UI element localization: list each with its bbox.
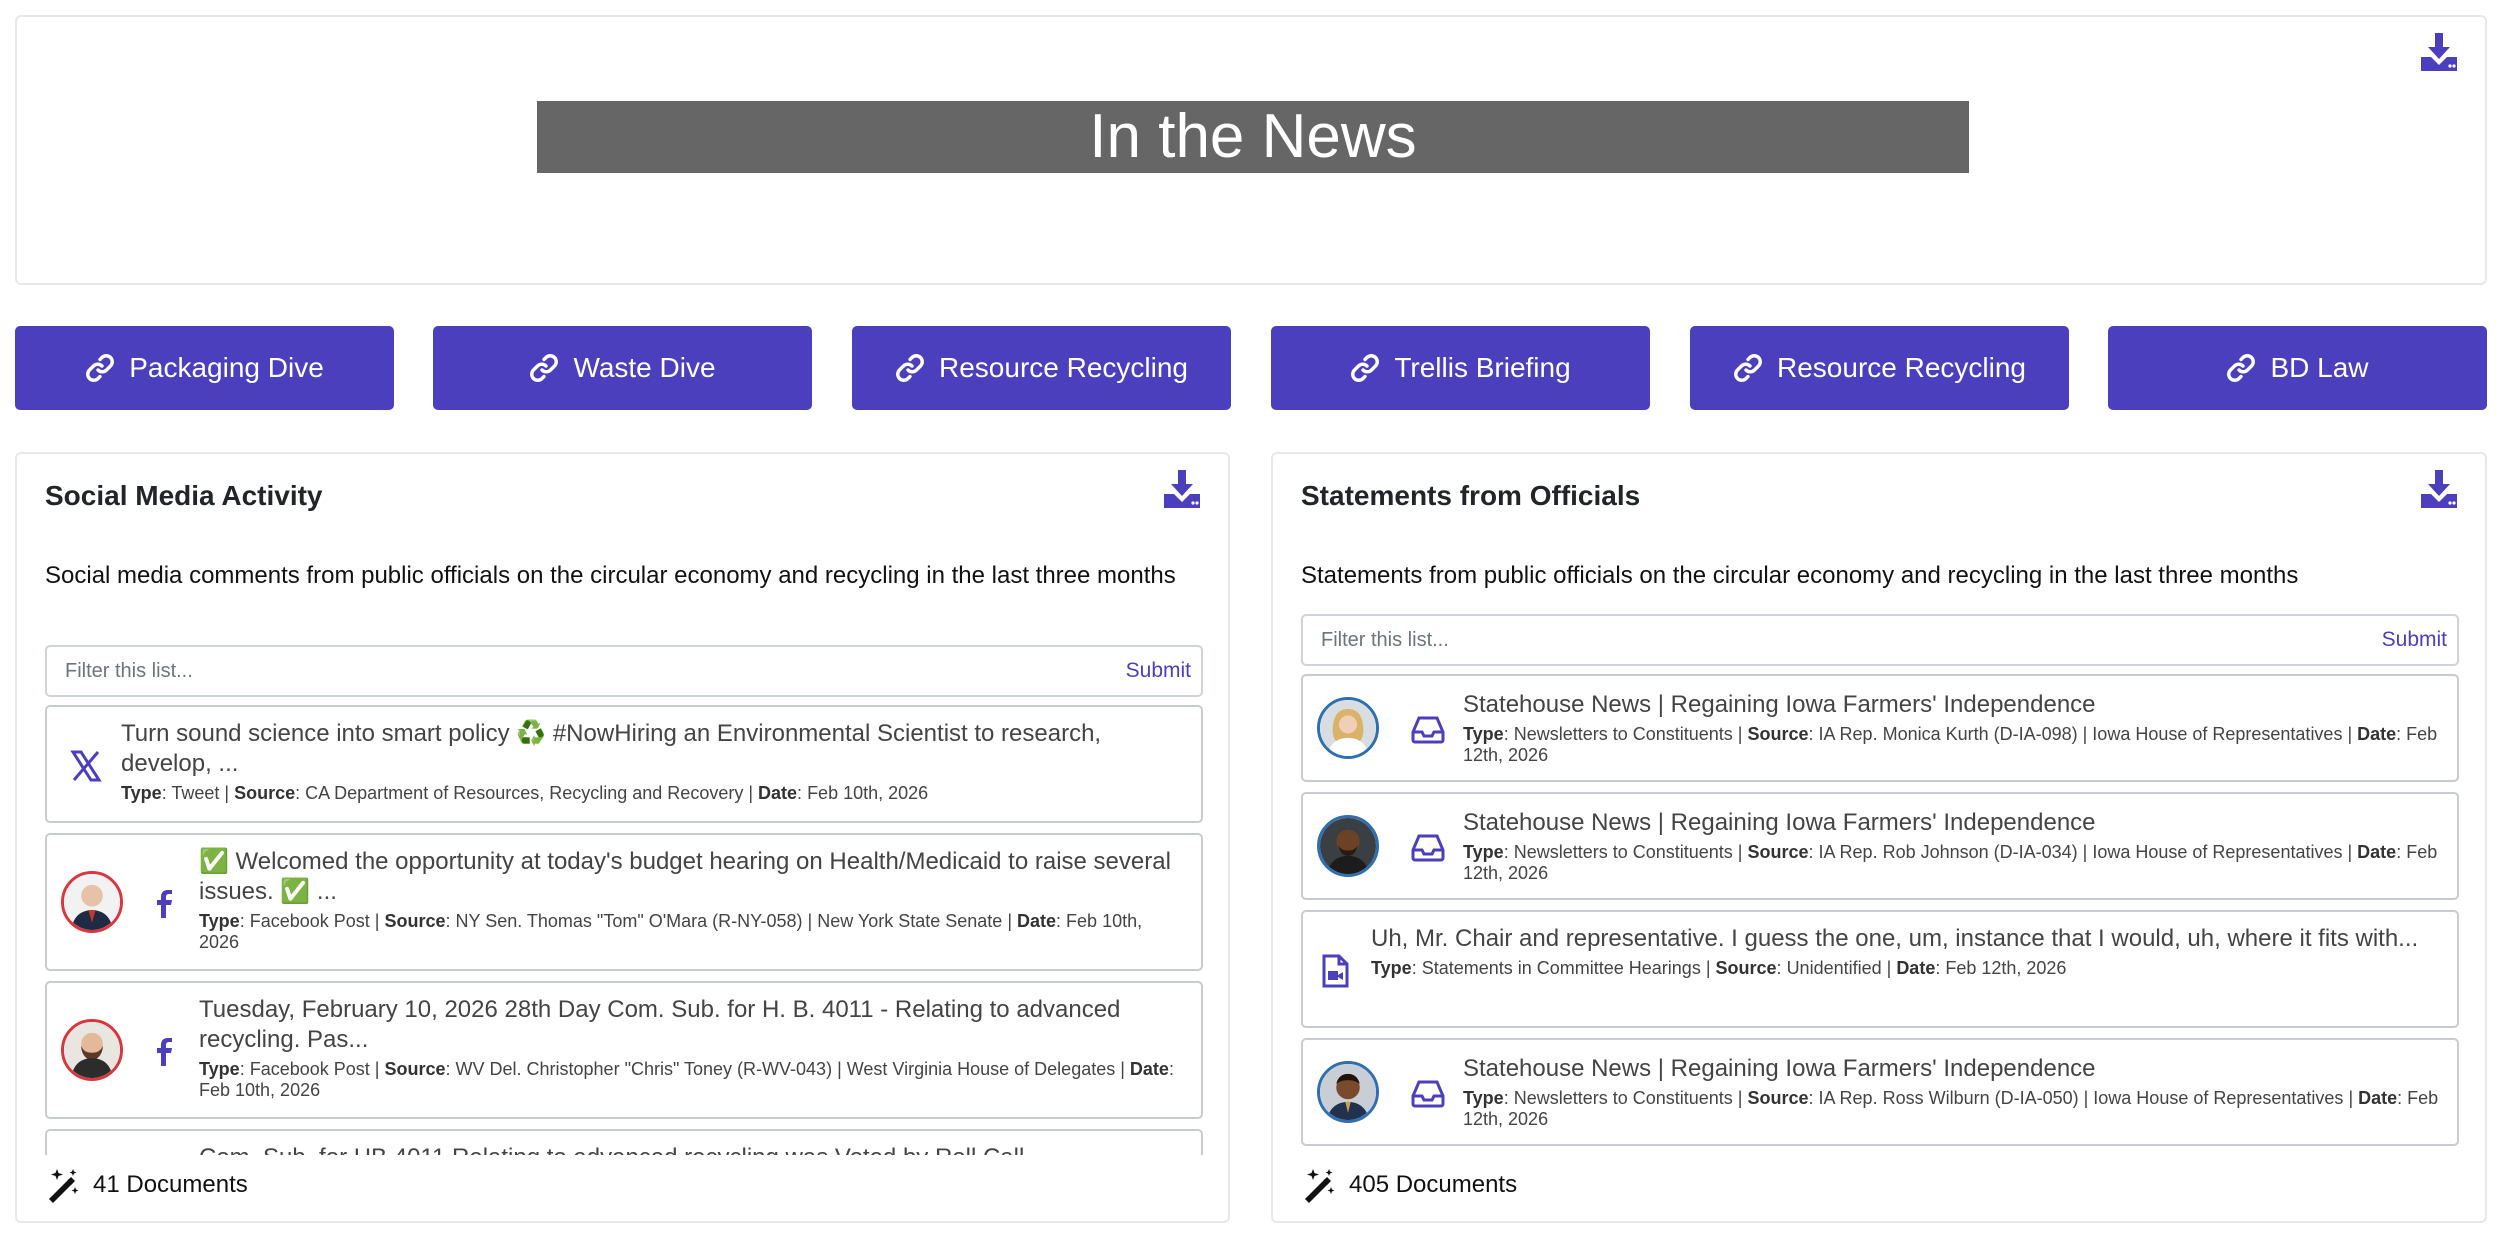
document-count-label: 405 Documents	[1349, 1171, 1518, 1198]
item-meta: Type: Facebook Post | Source: NY Sen. Th…	[199, 911, 1143, 952]
news-title: In the News	[537, 101, 1969, 173]
link-button-label: Resource Recycling	[939, 352, 1188, 383]
link-icon	[529, 353, 559, 383]
social-media-panel: Social Media Activity Social media comme…	[15, 452, 1230, 1223]
document-count-label: 41 Documents	[93, 1171, 248, 1198]
link-icon	[2226, 353, 2256, 383]
link-button-bd-law[interactable]: BD Law	[2108, 326, 2487, 410]
avatar	[1317, 815, 1379, 877]
inbox-icon	[1411, 712, 1445, 746]
x-twitter-icon	[69, 749, 103, 783]
link-button-resource-recycling[interactable]: Resource Recycling	[852, 326, 1231, 410]
item-meta: Type: Newsletters to Constituents | Sour…	[1463, 724, 2438, 765]
item-meta: Type: Tweet | Source: CA Department of R…	[121, 783, 929, 803]
avatar	[1317, 697, 1379, 759]
link-icon	[85, 353, 115, 383]
link-button-label: Resource Recycling	[1777, 352, 2026, 383]
download-icon[interactable]	[2419, 468, 2459, 510]
item-headline: Tuesday, February 10, 2026 28th Day Com.…	[199, 996, 1121, 1053]
in-the-news-panel: In the News	[15, 15, 2487, 285]
avatar	[61, 1019, 123, 1081]
filter-box: Submit	[1301, 614, 2459, 666]
item-headline: ✅ Welcomed the opportunity at today's bu…	[199, 848, 1171, 905]
link-icon	[895, 353, 925, 383]
list-item[interactable]: Turn sound science into smart policy ♻️ …	[45, 705, 1203, 823]
magic-wand-icon	[45, 1167, 81, 1203]
item-headline: Statehouse News | Regaining Iowa Farmers…	[1463, 1055, 2096, 1082]
filter-input[interactable]	[47, 647, 1028, 695]
link-button-packaging-dive[interactable]: Packaging Dive	[15, 326, 394, 410]
item-headline: Turn sound science into smart policy ♻️ …	[121, 720, 1102, 777]
link-button-waste-dive[interactable]: Waste Dive	[433, 326, 812, 410]
document-count: 405 Documents	[1301, 1167, 1517, 1203]
item-meta: Type: Newsletters to Constituents | Sour…	[1463, 1088, 2439, 1129]
magic-wand-icon	[1301, 1167, 1337, 1203]
item-headline: Statehouse News | Regaining Iowa Farmers…	[1463, 691, 2096, 718]
list-item[interactable]: Statehouse News | Regaining Iowa Farmers…	[1301, 792, 2459, 900]
item-meta: Type: Newsletters to Constituents | Sour…	[1463, 842, 2438, 883]
facebook-icon	[147, 887, 181, 921]
link-button-label: BD Law	[2270, 352, 2369, 383]
list-item[interactable]: Com. Sub. for HB 4011 Relating to advanc…	[45, 1129, 1203, 1155]
item-headline: Uh, Mr. Chair and representative. I gues…	[1371, 925, 2419, 952]
social-list[interactable]: Turn sound science into smart policy ♻️ …	[45, 705, 1203, 1155]
list-item[interactable]: Statehouse News | Regaining Iowa Farmers…	[1301, 674, 2459, 782]
inbox-icon	[1411, 1076, 1445, 1110]
panel-title: Statements from Officials	[1301, 480, 1641, 511]
link-button-label: Trellis Briefing	[1394, 352, 1571, 383]
list-item[interactable]: Uh, Mr. Chair and representative. I gues…	[1301, 910, 2459, 1028]
link-icon	[1350, 353, 1380, 383]
submit-button[interactable]: Submit	[2382, 616, 2447, 664]
inbox-icon	[1411, 830, 1445, 864]
list-item[interactable]: ✅ Welcomed the opportunity at today's bu…	[45, 833, 1203, 971]
document-count: 41 Documents	[45, 1167, 248, 1203]
statements-panel: Statements from Officials Statements fro…	[1271, 452, 2487, 1223]
panel-description: Statements from public officials on the …	[1301, 562, 2299, 589]
link-button-label: Packaging Dive	[129, 352, 324, 383]
submit-button[interactable]: Submit	[1126, 647, 1191, 695]
list-item[interactable]: Tuesday, February 10, 2026 28th Day Com.…	[45, 981, 1203, 1119]
panel-title: Social Media Activity	[45, 480, 323, 511]
link-icon	[1733, 353, 1763, 383]
facebook-icon	[147, 1035, 181, 1069]
link-button-label: Waste Dive	[573, 352, 716, 383]
panel-description: Social media comments from public offici…	[45, 562, 1176, 589]
item-headline: Com. Sub. for HB 4011 Relating to advanc…	[199, 1143, 1185, 1155]
link-button-trellis-briefing[interactable]: Trellis Briefing	[1271, 326, 1650, 410]
item-headline: Statehouse News | Regaining Iowa Farmers…	[1463, 809, 2096, 836]
filter-input[interactable]	[1303, 616, 2284, 664]
item-meta: Type: Facebook Post | Source: WV Del. Ch…	[199, 1059, 1174, 1100]
avatar	[1317, 1061, 1379, 1123]
link-button-resource-recycling-2[interactable]: Resource Recycling	[1690, 326, 2069, 410]
download-icon[interactable]	[1162, 468, 1202, 510]
video-file-icon	[1319, 954, 1353, 988]
statements-list[interactable]: Statehouse News | Regaining Iowa Farmers…	[1301, 674, 2459, 1158]
list-item[interactable]: Statehouse News | Regaining Iowa Farmers…	[1301, 1038, 2459, 1146]
download-icon[interactable]	[2419, 31, 2459, 73]
filter-box: Submit	[45, 645, 1203, 697]
avatar	[61, 871, 123, 933]
item-meta: Type: Statements in Committee Hearings |…	[1371, 958, 2067, 978]
